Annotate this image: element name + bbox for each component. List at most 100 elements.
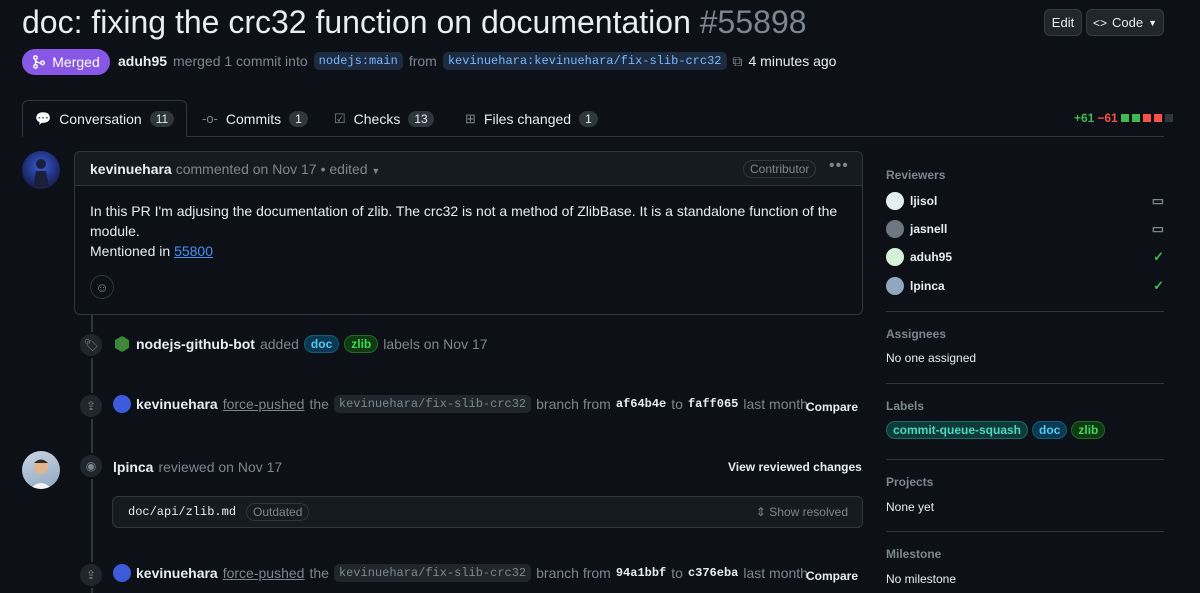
diffstat-block — [1164, 114, 1173, 122]
mention-prefix: Mentioned in — [90, 243, 171, 259]
milestone-value: No milestone — [886, 572, 957, 586]
repo-push-icon: ⇪ — [78, 562, 104, 588]
compare-button[interactable]: Compare — [806, 400, 858, 414]
avatar[interactable] — [113, 395, 131, 413]
projects-heading[interactable]: Projects — [886, 475, 933, 489]
comment-author[interactable]: kevinuehara — [90, 161, 172, 177]
diffstat-block — [1153, 114, 1162, 122]
force-pushed-link[interactable]: force-pushed — [223, 396, 305, 412]
branch-name[interactable]: kevinuehara/fix-slib-crc32 — [333, 395, 532, 413]
label-doc[interactable]: doc — [303, 335, 340, 353]
reviewer-name[interactable]: ljisol — [910, 194, 937, 208]
comment-box: kevinuehara commented on Nov 17 • edited… — [74, 151, 863, 315]
reviewer-item: lpinca ✓ — [886, 277, 1164, 295]
event-branch-text: branch from — [536, 396, 611, 412]
from-sha[interactable]: 94a1bbf — [616, 566, 666, 580]
event-action: added — [259, 336, 299, 352]
avatar[interactable] — [113, 564, 131, 582]
pr-number: #55898 — [699, 4, 807, 40]
reviewer-name[interactable]: jasnell — [910, 222, 947, 236]
label-zlib[interactable]: zlib — [344, 335, 379, 353]
kebab-horizontal-icon[interactable]: ••• — [829, 157, 849, 175]
pr-title-row: doc: fixing the crc32 function on docume… — [22, 4, 807, 41]
mention-link[interactable]: 55800 — [174, 243, 213, 259]
head-branch[interactable]: kevinuehara:kevinuehara/fix-slib-crc32 — [442, 52, 727, 70]
labels-heading[interactable]: Labels — [886, 399, 924, 413]
label-zlib[interactable]: zlib — [1071, 421, 1106, 439]
reviewer-name[interactable]: aduh95 — [910, 250, 952, 264]
contributor-badge: Contributor — [743, 160, 817, 178]
edit-button-label: Edit — [1051, 15, 1075, 30]
event-actor[interactable]: lpinca — [113, 459, 153, 475]
avatar[interactable] — [886, 220, 904, 238]
comment-mention-line: Mentioned in 55800 — [90, 241, 847, 261]
file-path[interactable]: doc/api/zlib.md — [128, 505, 236, 519]
compare-button[interactable]: Compare — [806, 569, 858, 583]
event-actor[interactable]: kevinuehara — [136, 565, 218, 581]
tab-checks[interactable]: ☑ Checks 13 — [322, 100, 446, 137]
assignees-heading[interactable]: Assignees — [886, 327, 946, 341]
outdated-badge: Outdated — [246, 503, 310, 521]
projects-value: None yet — [886, 500, 935, 514]
tab-conversation[interactable]: 💬 Conversation 11 — [22, 100, 188, 137]
event-the: the — [309, 565, 329, 581]
edit-button[interactable]: Edit — [1044, 9, 1082, 36]
event-branch-text: branch from — [536, 565, 611, 581]
tab-count: 1 — [289, 110, 308, 127]
event-to: to — [671, 396, 683, 412]
avatar[interactable] — [22, 151, 60, 189]
code-button[interactable]: <> Code ▼ — [1086, 9, 1164, 36]
to-sha[interactable]: faff065 — [688, 397, 738, 411]
merged-text: merged 1 commit into — [173, 53, 308, 69]
merger-link[interactable]: aduh95 — [118, 53, 167, 69]
avatar[interactable] — [886, 248, 904, 266]
smiley-icon[interactable]: ☺ — [90, 275, 114, 299]
checklist-icon: ☑ — [334, 110, 346, 126]
pr-title: doc: fixing the crc32 function on docume… — [22, 4, 691, 40]
show-resolved-button[interactable]: ⇕ Show resolved — [756, 505, 848, 519]
event-actor[interactable]: kevinuehara — [136, 396, 218, 412]
comment-icon: ▭ — [1151, 193, 1164, 208]
milestone-heading[interactable]: Milestone — [886, 547, 941, 561]
labels-event: nodejs-github-bot added doc zlib labels … — [113, 335, 488, 353]
copy-icon[interactable]: ⧉ — [733, 53, 743, 70]
avatar[interactable] — [113, 335, 131, 353]
review-event: lpinca reviewed on Nov 17 — [113, 459, 282, 475]
avatar[interactable] — [886, 192, 904, 210]
event-the: the — [309, 396, 329, 412]
code-button-label: Code — [1112, 15, 1144, 30]
to-sha[interactable]: c376eba — [688, 566, 738, 580]
event-suffix: labels on Nov 17 — [383, 336, 488, 352]
check-icon: ✓ — [1153, 249, 1164, 264]
view-reviewed-changes-button[interactable]: View reviewed changes — [728, 460, 862, 474]
from-sha[interactable]: af64b4e — [616, 397, 666, 411]
git-commit-icon: -o- — [202, 111, 218, 126]
event-actor[interactable]: nodejs-github-bot — [136, 336, 255, 352]
state-badge-label: Merged — [52, 54, 100, 70]
reviewer-name[interactable]: lpinca — [910, 279, 945, 293]
review-file-header[interactable]: doc/api/zlib.md Outdated ⇕ Show resolved — [112, 496, 863, 528]
reviewers-heading[interactable]: Reviewers — [886, 168, 945, 182]
event-action[interactable]: reviewed on Nov 17 — [158, 459, 282, 475]
tab-files-changed[interactable]: ⊞ Files changed 1 — [453, 100, 610, 137]
triangle-down-icon: ▼ — [371, 165, 381, 176]
avatar[interactable] — [886, 277, 904, 295]
sidebar-divider — [886, 383, 1164, 384]
comment-timestamp[interactable]: commented on Nov 17 — [176, 161, 317, 177]
labels-list: commit-queue-squash doc zlib — [886, 421, 1106, 439]
base-branch[interactable]: nodejs:main — [313, 52, 403, 70]
comment-body: In this PR I'm adjusing the documentatio… — [75, 186, 862, 261]
label-doc[interactable]: doc — [1032, 421, 1068, 439]
avatar[interactable] — [22, 451, 60, 489]
force-pushed-link[interactable]: force-pushed — [223, 565, 305, 581]
sidebar-divider — [886, 459, 1164, 460]
avatar-figure — [30, 459, 52, 489]
label-commit-queue-squash[interactable]: commit-queue-squash — [886, 421, 1029, 439]
diff-additions: +61 — [1074, 111, 1095, 125]
tab-commits[interactable]: -o- Commits 1 — [190, 100, 320, 137]
tab-label: Conversation — [59, 110, 142, 127]
branch-name[interactable]: kevinuehara/fix-slib-crc32 — [333, 564, 532, 582]
tab-label: Commits — [225, 110, 282, 127]
edited-menu[interactable]: • edited ▼ — [321, 161, 381, 177]
unfold-icon: ⇕ — [755, 505, 766, 519]
